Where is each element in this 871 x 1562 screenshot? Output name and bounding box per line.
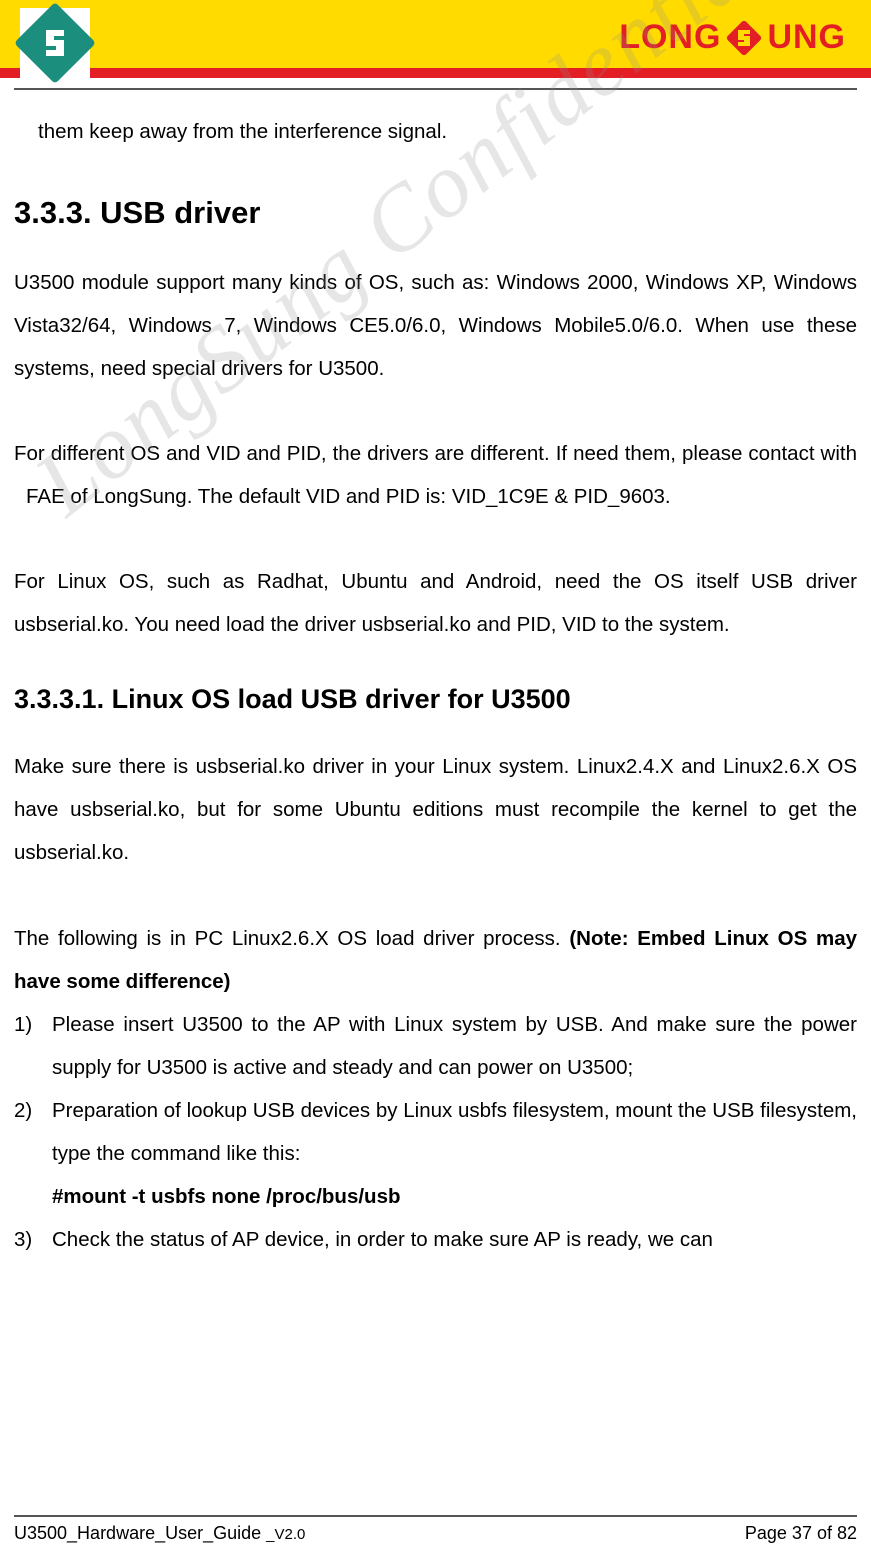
- list-num-2: 2): [14, 1089, 52, 1175]
- list-item-1: 1) Please insert U3500 to the AP with Li…: [14, 1003, 857, 1089]
- para-3331-1: Make sure there is usbserial.ko driver i…: [14, 745, 857, 874]
- brand-wordmark: LONG UNG: [619, 18, 846, 57]
- brand-diamond-icon: [725, 19, 763, 57]
- list-cmd-2: #mount -t usbfs none /proc/bus/usb: [14, 1175, 857, 1218]
- para-3331-2: The following is in PC Linux2.6.X OS loa…: [14, 917, 857, 1003]
- para-333-1: U3500 module support many kinds of OS, s…: [14, 261, 857, 390]
- list-item-3: 3) Check the status of AP device, in ord…: [14, 1218, 857, 1261]
- footer-page-number: Page 37 of 82: [745, 1523, 857, 1544]
- brand-text-part1: LONG: [619, 18, 721, 57]
- heading-3-3-3-1: 3.3.3.1. Linux OS load USB driver for U3…: [14, 684, 857, 715]
- list-num-1: 1): [14, 1003, 52, 1089]
- heading-3-3-3: 3.3.3. USB driver: [14, 195, 857, 231]
- footer-doc-name: U3500_Hardware_User_Guide: [14, 1523, 266, 1543]
- list-num-3: 3): [14, 1218, 52, 1261]
- page-header: LONG UNG: [0, 0, 871, 90]
- intro-fragment: them keep away from the interference sig…: [14, 110, 857, 153]
- para-3331-2a: The following is in PC Linux2.6.X OS loa…: [14, 927, 569, 950]
- list-item-2: 2) Preparation of lookup USB devices by …: [14, 1089, 857, 1175]
- page-footer: U3500_Hardware_User_Guide _V2.0 Page 37 …: [14, 1515, 857, 1544]
- page-content: LongSung Confidential them keep away fro…: [0, 90, 871, 1261]
- list-text-1: Please insert U3500 to the AP with Linux…: [52, 1003, 857, 1089]
- brand-text-part2: UNG: [767, 18, 846, 57]
- logo-s-icon: [38, 26, 72, 60]
- header-red-band: [0, 68, 871, 78]
- company-logo: [20, 8, 90, 78]
- para-333-2: For different OS and VID and PID, the dr…: [14, 432, 857, 518]
- footer-rule: [14, 1515, 857, 1517]
- para-333-3: For Linux OS, such as Radhat, Ubuntu and…: [14, 560, 857, 646]
- footer-doc-id: U3500_Hardware_User_Guide _V2.0: [14, 1523, 305, 1544]
- list-text-3: Check the status of AP device, in order …: [52, 1218, 857, 1261]
- list-text-2: Preparation of lookup USB devices by Lin…: [52, 1089, 857, 1175]
- footer-version: _V2.0: [266, 1526, 305, 1543]
